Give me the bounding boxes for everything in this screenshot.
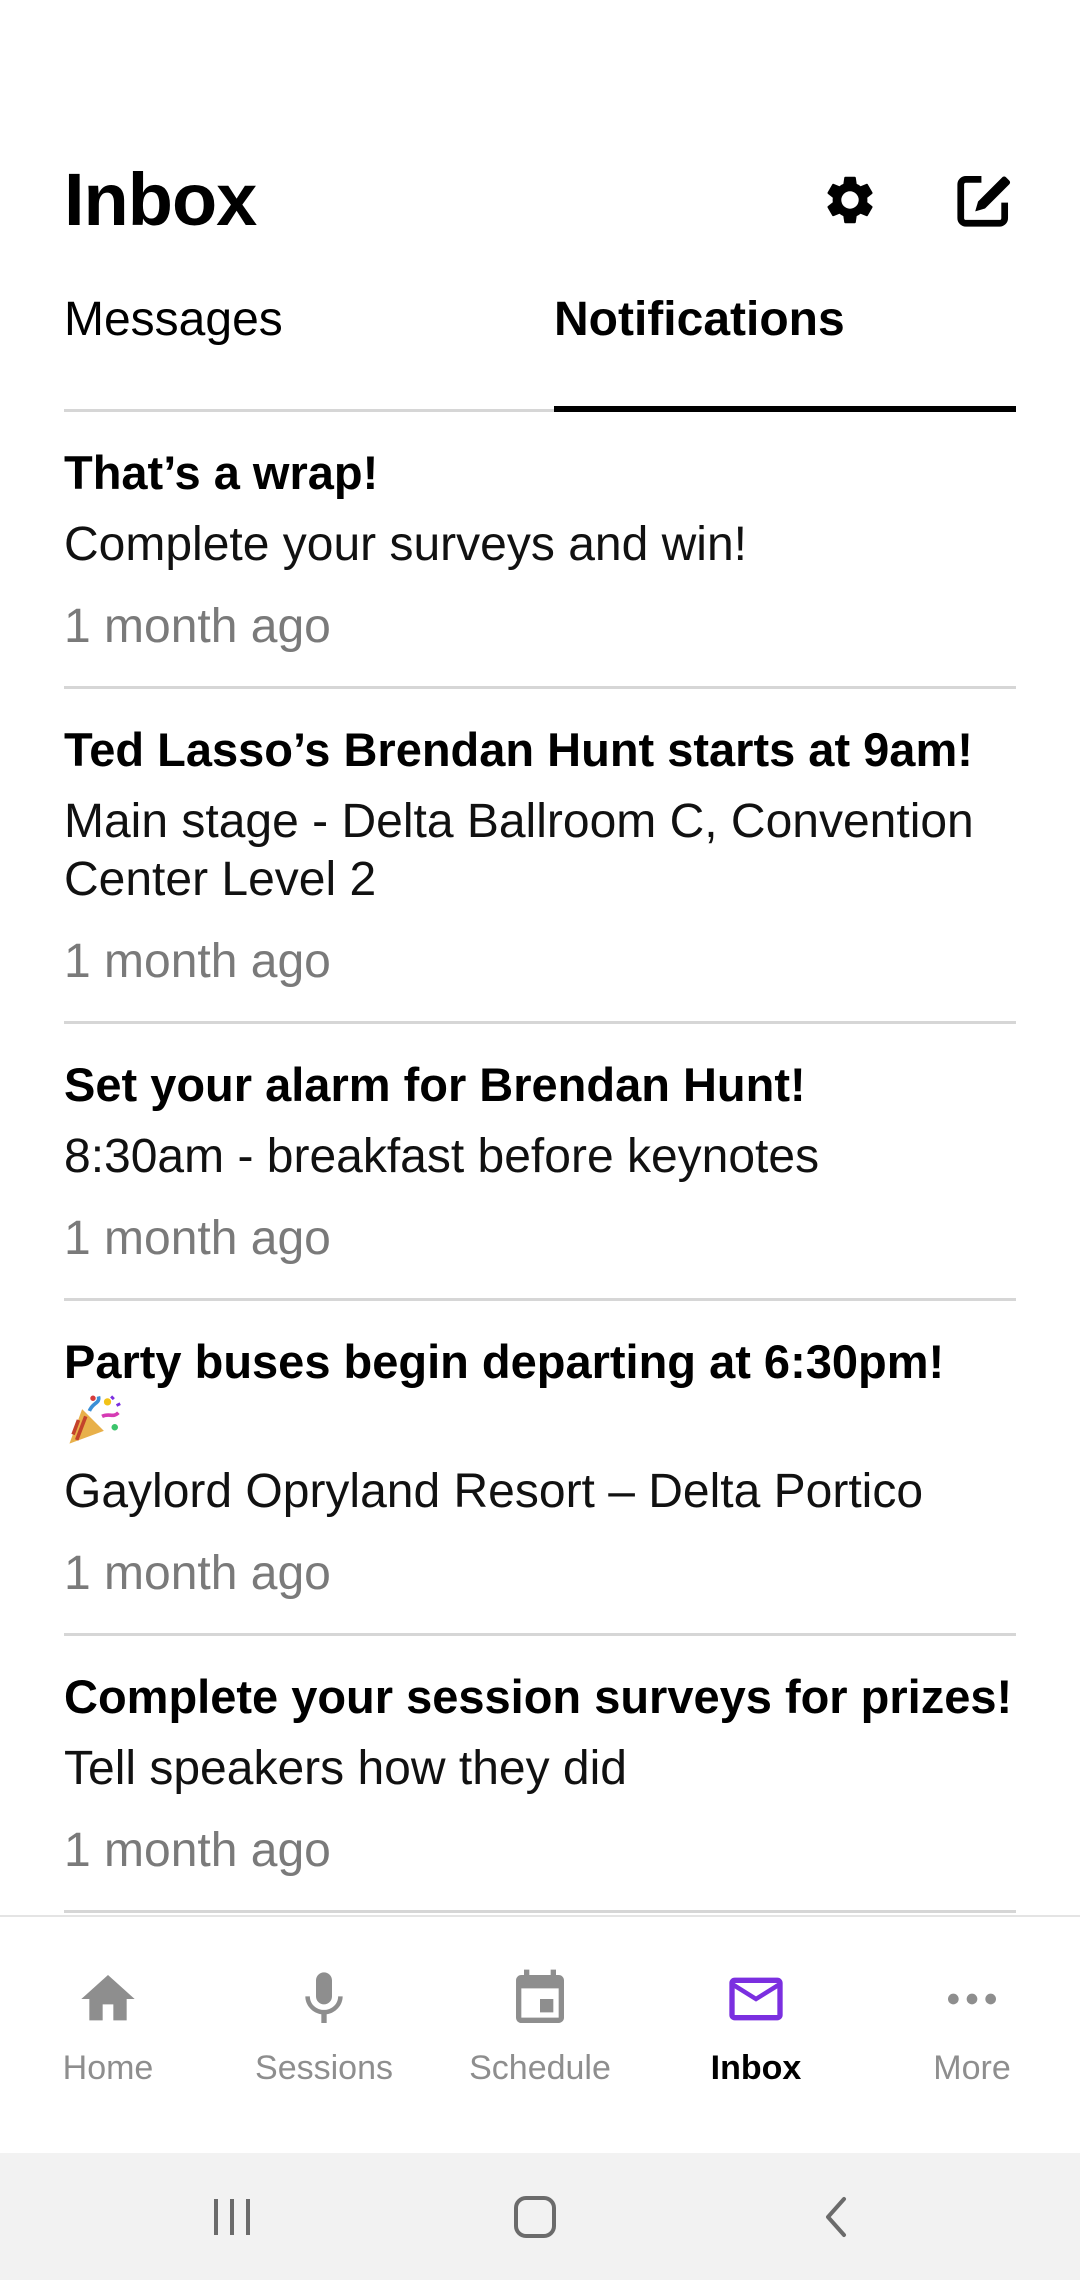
more-icon	[948, 1993, 996, 2005]
tab-messages[interactable]: Messages	[64, 280, 554, 412]
notification-time: 1 month ago	[64, 1212, 331, 1265]
notification-item[interactable]: That’s a wrap! Complete your surveys and…	[64, 412, 1016, 689]
mail-icon	[729, 1977, 783, 2021]
notification-title: Party buses begin departing at 6:30pm!	[64, 1333, 1016, 1449]
notification-body: Main stage - Delta Ballroom C, Conventio…	[64, 795, 974, 906]
recent-apps-icon	[214, 2199, 250, 2235]
back-button[interactable]	[796, 2183, 876, 2251]
nav-schedule-label: Schedule	[469, 2049, 611, 2087]
notification-body: Gaylord Opryland Resort – Delta Portico	[64, 1465, 924, 1518]
nav-inbox-label: Inbox	[710, 2049, 802, 2087]
nav-sessions[interactable]: Sessions	[216, 1967, 432, 2117]
notification-title: Complete your session surveys for prizes…	[64, 1670, 1013, 1723]
nav-more[interactable]: More	[864, 1967, 1080, 2117]
nav-sessions-label: Sessions	[255, 2049, 393, 2087]
header: Inbox	[64, 150, 1016, 250]
nav-home[interactable]: Home	[0, 1967, 216, 2117]
notification-time: 1 month ago	[64, 935, 331, 988]
calendar-icon	[516, 1969, 564, 2023]
microphone-icon	[305, 1972, 343, 2023]
home-square-icon	[514, 2196, 556, 2238]
tab-notifications[interactable]: Notifications	[554, 280, 1016, 412]
page-title: Inbox	[64, 158, 257, 241]
notification-body: Complete your surveys and win!	[64, 518, 747, 571]
notification-time: 1 month ago	[64, 1547, 331, 1600]
notification-title: Ted Lasso’s Brendan Hunt starts at 9am!	[64, 723, 973, 776]
system-nav-bar	[0, 2153, 1080, 2280]
home-icon	[81, 1975, 135, 2021]
nav-more-label: More	[933, 2049, 1011, 2087]
inbox-tabs: Messages Notifications	[64, 280, 1016, 412]
compose-icon[interactable]	[952, 168, 1016, 232]
bottom-nav: Home Sessions Schedule Inbox More	[0, 1915, 1080, 2153]
back-chevron-icon	[826, 2197, 846, 2237]
notification-item[interactable]: Set your alarm for Brendan Hunt! 8:30am …	[64, 1024, 1016, 1301]
notification-body: Tell speakers how they did	[64, 1742, 627, 1795]
home-system-button[interactable]	[495, 2183, 575, 2251]
recent-apps-button[interactable]	[192, 2183, 272, 2251]
gear-icon[interactable]	[818, 168, 882, 232]
notification-item[interactable]: Ted Lasso’s Brendan Hunt starts at 9am! …	[64, 689, 1016, 1024]
notification-time: 1 month ago	[64, 600, 331, 653]
nav-schedule[interactable]: Schedule	[432, 1967, 648, 2117]
notification-title-text: Party buses begin departing at 6:30pm!	[64, 1335, 945, 1388]
notification-list: That’s a wrap! Complete your surveys and…	[64, 412, 1016, 1913]
notification-item[interactable]: Party buses begin departing at 6:30pm! G…	[64, 1301, 1016, 1636]
notification-time: 1 month ago	[64, 1824, 331, 1877]
party-popper-icon	[64, 1391, 122, 1449]
notification-body: 8:30am - breakfast before keynotes	[64, 1130, 820, 1183]
notification-title: Set your alarm for Brendan Hunt!	[64, 1058, 806, 1111]
nav-inbox[interactable]: Inbox	[648, 1967, 864, 2117]
notification-title: That’s a wrap!	[64, 446, 379, 499]
notification-item[interactable]: Complete your session surveys for prizes…	[64, 1636, 1016, 1913]
nav-home-label: Home	[62, 2049, 154, 2087]
